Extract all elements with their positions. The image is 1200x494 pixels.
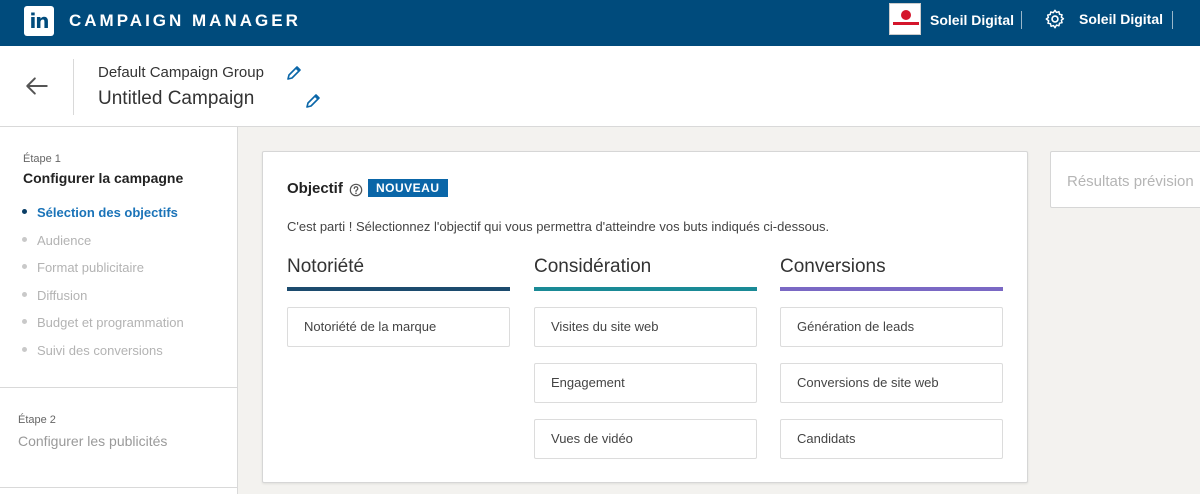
objective-option-brand-awareness[interactable]: Notoriété de la marque [287, 307, 510, 347]
bullet-icon [22, 209, 27, 215]
bullet-icon [22, 319, 27, 325]
column-bar [534, 287, 757, 291]
new-badge: NOUVEAU [368, 179, 448, 197]
sidebar-item-ad-format[interactable]: Format publicitaire [22, 260, 144, 275]
topbar-divider [1172, 11, 1173, 29]
sidebar-divider [0, 387, 238, 388]
column-bar [287, 287, 510, 291]
top-navigation-bar: in CAMPAIGN MANAGER Soleil Digital Solei… [0, 0, 1200, 46]
campaign-name: Untitled Campaign [98, 88, 255, 109]
objective-title: Objectif [287, 180, 343, 197]
objective-column-consideration: Considération Visites du site web Engage… [534, 256, 757, 475]
objective-option-website-conversions[interactable]: Conversions de site web [780, 363, 1003, 403]
bullet-icon [22, 237, 27, 243]
sidebar-item-label: Budget et programmation [37, 315, 184, 330]
account-switcher[interactable]: Soleil Digital [930, 12, 1014, 28]
pencil-icon[interactable] [286, 65, 302, 81]
objective-option-lead-generation[interactable]: Génération de leads [780, 307, 1003, 347]
sidebar-item-placement[interactable]: Diffusion [22, 288, 87, 303]
sidebar-item-label: Sélection des objectifs [37, 205, 178, 220]
objective-column-awareness: Notoriété Notoriété de la marque [287, 256, 510, 363]
objective-intro: C'est parti ! Sélectionnez l'objectif qu… [287, 219, 830, 234]
sidebar-item-label: Audience [37, 233, 92, 248]
linkedin-logo[interactable]: in [24, 6, 54, 36]
step2-title[interactable]: Configurer les publicités [18, 433, 167, 449]
steps-sidebar: Étape 1 Configurer la campagne Sélection… [0, 127, 238, 494]
forecast-results-card: Résultats prévision [1050, 151, 1200, 208]
objective-option-job-applicants[interactable]: Candidats [780, 419, 1003, 459]
objective-card: Objectif NOUVEAU C'est parti ! Sélection… [262, 151, 1028, 483]
step1-label: Étape 1 [23, 153, 61, 165]
account-avatar[interactable] [889, 3, 921, 35]
forecast-results-title: Résultats prévision [1067, 173, 1194, 190]
objective-option-engagement[interactable]: Engagement [534, 363, 757, 403]
sidebar-item-label: Format publicitaire [37, 260, 144, 275]
sidebar-item-label: Diffusion [37, 288, 88, 303]
app-title: CAMPAIGN MANAGER [69, 11, 301, 30]
gear-icon[interactable] [1044, 8, 1066, 30]
objective-option-website-visits[interactable]: Visites du site web [534, 307, 757, 347]
objective-column-conversions: Conversions Génération de leads Conversi… [780, 256, 1003, 475]
arrow-left-icon[interactable] [24, 73, 50, 99]
column-heading: Conversions [780, 256, 886, 277]
header-divider [73, 59, 74, 115]
sidebar-divider [0, 487, 238, 488]
campaign-header: Default Campaign Group Untitled Campaign [0, 46, 1200, 127]
objective-option-video-views[interactable]: Vues de vidéo [534, 419, 757, 459]
bullet-icon [22, 292, 27, 298]
settings-account-name[interactable]: Soleil Digital [1079, 11, 1163, 27]
column-heading: Considération [534, 256, 652, 277]
campaign-group-name: Default Campaign Group [98, 64, 264, 81]
topbar-divider [1021, 11, 1022, 29]
pencil-icon[interactable] [305, 93, 321, 109]
question-circle-icon[interactable] [349, 183, 363, 197]
column-bar [780, 287, 1003, 291]
sidebar-item-budget[interactable]: Budget et programmation [22, 315, 184, 330]
bullet-icon [22, 347, 27, 353]
step1-title[interactable]: Configurer la campagne [23, 170, 183, 186]
sidebar-item-conversion-tracking[interactable]: Suivi des conversions [22, 343, 163, 358]
step2-label: Étape 2 [18, 414, 56, 426]
column-heading: Notoriété [287, 256, 365, 277]
bullet-icon [22, 264, 27, 270]
sidebar-item-objectives[interactable]: Sélection des objectifs [22, 205, 178, 220]
sidebar-item-audience[interactable]: Audience [22, 233, 91, 248]
sidebar-item-label: Suivi des conversions [37, 343, 163, 358]
